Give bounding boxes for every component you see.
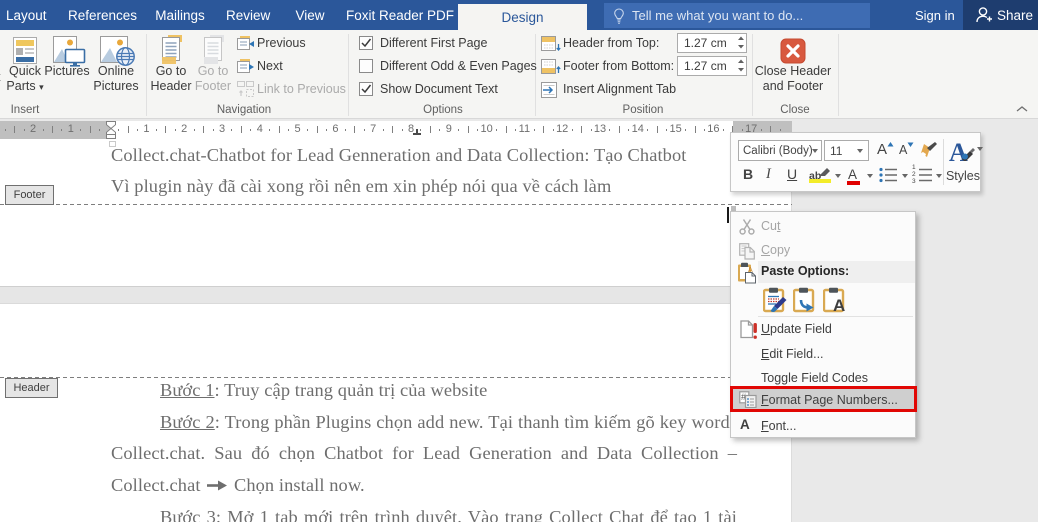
- svg-text:A: A: [833, 296, 845, 313]
